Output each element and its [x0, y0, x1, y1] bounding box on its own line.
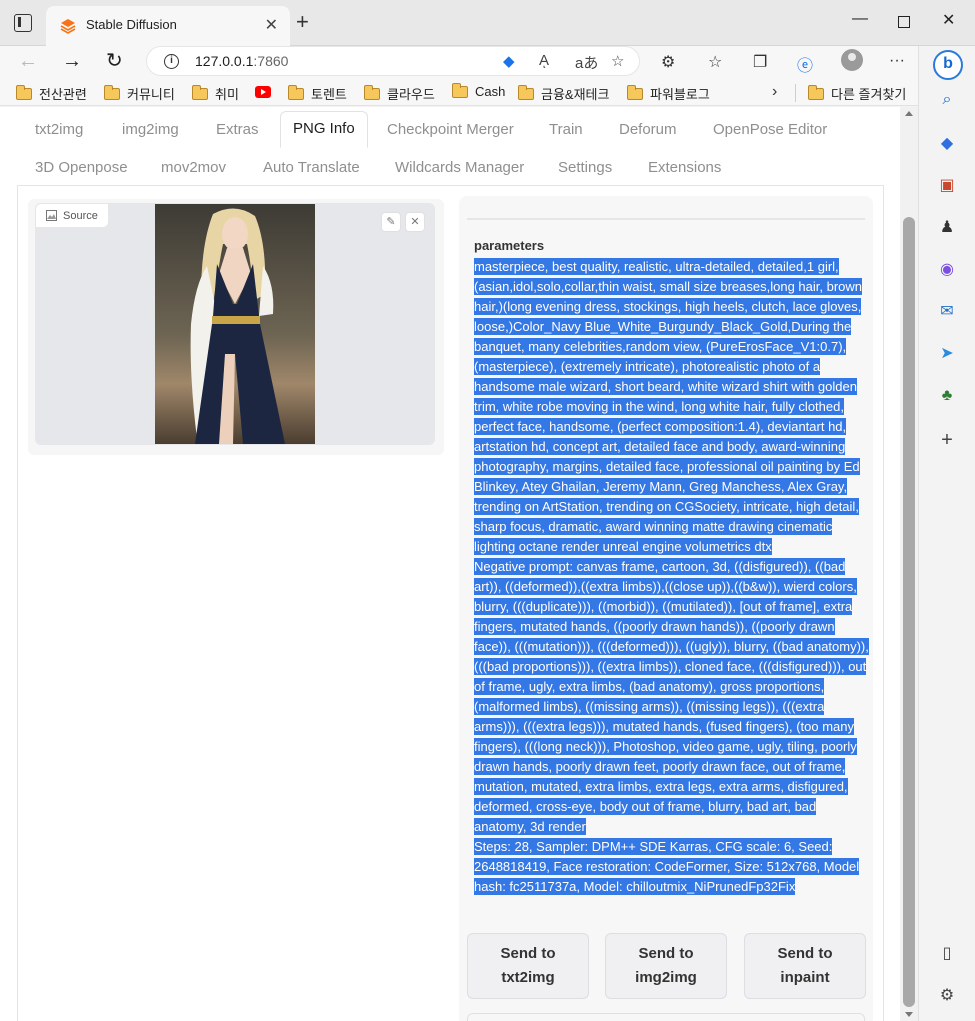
- collections-icon[interactable]: ❐: [753, 52, 767, 72]
- search-icon[interactable]: ⌕: [937, 90, 957, 110]
- bookmark-item[interactable]: 클라우드: [364, 84, 435, 103]
- edit-pencil-icon[interactable]: ✎: [381, 212, 401, 232]
- folder-icon: [16, 84, 32, 100]
- folder-icon: [518, 84, 534, 100]
- tab-wildcards-manager[interactable]: Wildcards Manager: [395, 159, 524, 176]
- page-scrollbar[interactable]: [900, 107, 918, 1021]
- folder-icon: [192, 84, 208, 100]
- add-icon[interactable]: +: [937, 430, 957, 450]
- scroll-thumb[interactable]: [903, 217, 915, 1007]
- new-tab-icon[interactable]: +: [296, 11, 309, 33]
- source-image: [155, 204, 315, 444]
- youtube-icon: [255, 86, 271, 98]
- tree-icon[interactable]: ♣: [937, 386, 957, 406]
- back-icon[interactable]: ←: [18, 49, 38, 73]
- bookmark-item[interactable]: 커뮤니티: [104, 84, 175, 103]
- bookmark-item[interactable]: 파워블로그: [627, 84, 710, 103]
- tab-actions-icon[interactable]: [14, 14, 32, 32]
- stable-diffusion-favicon-icon: [60, 19, 76, 34]
- edge-sidebar: b ⌕ ◆ ▣ ♟ ◉ ✉ ➤ ♣ + ▯ ⚙: [918, 46, 975, 1021]
- close-window-icon[interactable]: ✕: [942, 10, 955, 30]
- tab-3d-openpose[interactable]: 3D Openpose: [35, 159, 128, 176]
- scroll-up-icon[interactable]: [905, 111, 913, 116]
- generation-settings-text: Steps: 28, Sampler: DPM++ SDE Karras, CF…: [474, 838, 860, 895]
- negative-prompt-text: Negative prompt: canvas frame, cartoon, …: [474, 558, 869, 835]
- translate-icon[interactable]: aあ: [575, 52, 598, 73]
- next-panel-edge: [467, 1013, 865, 1021]
- favorites-icon[interactable]: ☆: [708, 52, 722, 72]
- tab-title: Stable Diffusion: [86, 17, 177, 32]
- bookmark-item[interactable]: 금융&재테크: [518, 84, 609, 103]
- bookmark-item[interactable]: Cash: [452, 82, 505, 99]
- parameters-output[interactable]: masterpiece, best quality, realistic, ul…: [474, 257, 869, 897]
- add-favorite-icon[interactable]: ☆: [611, 52, 624, 70]
- folder-icon: [288, 84, 304, 100]
- tab-deforum[interactable]: Deforum: [619, 121, 677, 138]
- bookmark-item[interactable]: 취미: [192, 84, 239, 103]
- send-to-img2img-button[interactable]: Send to img2img: [605, 933, 727, 999]
- divider: [467, 218, 865, 220]
- browser-tab[interactable]: Stable Diffusion ✕: [46, 6, 290, 46]
- settings-gear-icon[interactable]: ⚙: [937, 986, 957, 1006]
- folder-icon: [104, 84, 120, 100]
- scroll-down-icon[interactable]: [905, 1012, 913, 1017]
- tab-extras[interactable]: Extras: [216, 121, 259, 138]
- outlook-icon[interactable]: ✉: [937, 302, 957, 322]
- source-label: Source: [35, 203, 109, 228]
- site-info-icon[interactable]: i: [164, 54, 179, 69]
- profile-avatar[interactable]: [841, 49, 863, 71]
- bookmark-item[interactable]: 토렌트: [288, 84, 347, 103]
- divider: [795, 84, 796, 102]
- refresh-icon[interactable]: ↻: [106, 49, 123, 73]
- title-bar: Stable Diffusion ✕ + — ✕: [0, 0, 975, 46]
- send-to-inpaint-button[interactable]: Send to inpaint: [744, 933, 866, 999]
- tab-txt2img[interactable]: txt2img: [35, 121, 83, 138]
- tab-extensions[interactable]: Extensions: [648, 159, 721, 176]
- games-icon[interactable]: ♟: [937, 218, 957, 238]
- send-to-txt2img-button[interactable]: Send to txt2img: [467, 933, 589, 999]
- clear-image-icon[interactable]: ✕: [405, 212, 425, 232]
- more-menu-icon[interactable]: ···: [889, 52, 905, 70]
- chevron-right-icon[interactable]: ›: [772, 83, 777, 101]
- tab-png-info[interactable]: PNG Info: [280, 111, 368, 148]
- tab-settings[interactable]: Settings: [558, 159, 612, 176]
- bookmarks-bar: 전산관련 커뮤니티 취미 토렌트 클라우드 Cash 금융&재테크 파워블로그 …: [0, 80, 918, 106]
- folder-icon: [627, 84, 643, 100]
- source-image-dropzone[interactable]: [35, 203, 435, 445]
- tab-checkpoint-merger[interactable]: Checkpoint Merger: [387, 121, 514, 138]
- send-icon[interactable]: ➤: [937, 344, 957, 364]
- tag-icon[interactable]: ◆: [503, 52, 515, 70]
- bing-copilot-icon[interactable]: b: [933, 50, 963, 80]
- bookmark-item[interactable]: 전산관련: [16, 84, 87, 103]
- prompt-text: masterpiece, best quality, realistic, ul…: [474, 258, 863, 555]
- split-screen-icon[interactable]: ▯: [937, 944, 957, 964]
- forward-icon[interactable]: →: [62, 49, 82, 73]
- tab-openpose-editor[interactable]: OpenPose Editor: [713, 121, 827, 138]
- address-bar[interactable]: i 127.0.0.1:7860 ◆ Aͅ aあ ☆: [146, 46, 640, 76]
- tab-auto-translate[interactable]: Auto Translate: [263, 159, 360, 176]
- bookmark-youtube[interactable]: [255, 86, 271, 98]
- web-content: txt2img img2img Extras PNG Info Checkpoi…: [0, 107, 900, 1021]
- edge-icon[interactable]: ⓔ: [797, 52, 813, 76]
- shopping-tag-icon[interactable]: ◆: [937, 134, 957, 154]
- tools-icon[interactable]: ▣: [937, 176, 957, 196]
- tab-train[interactable]: Train: [549, 121, 583, 138]
- tab-img2img[interactable]: img2img: [122, 121, 179, 138]
- microsoft365-icon[interactable]: ◉: [937, 260, 957, 280]
- minimize-icon[interactable]: —: [852, 10, 868, 28]
- folder-icon: [808, 84, 824, 100]
- parameters-label: parameters: [474, 238, 545, 253]
- folder-icon: [452, 82, 468, 98]
- folder-icon: [364, 84, 380, 100]
- other-favorites[interactable]: 다른 즐겨찾기: [808, 84, 906, 103]
- extensions-icon[interactable]: ⚙: [661, 52, 675, 72]
- close-tab-icon[interactable]: ✕: [265, 15, 278, 35]
- image-icon: [46, 210, 57, 221]
- address-row: ← → ↻ i 127.0.0.1:7860 ◆ Aͅ aあ ☆ ⚙ ☆ ❐ ⓔ…: [0, 46, 918, 80]
- read-aloud-icon[interactable]: Aͅ: [539, 52, 549, 69]
- url-text[interactable]: 127.0.0.1:7860: [195, 53, 288, 69]
- maximize-icon[interactable]: [898, 16, 910, 28]
- tab-mov2mov[interactable]: mov2mov: [161, 159, 226, 176]
